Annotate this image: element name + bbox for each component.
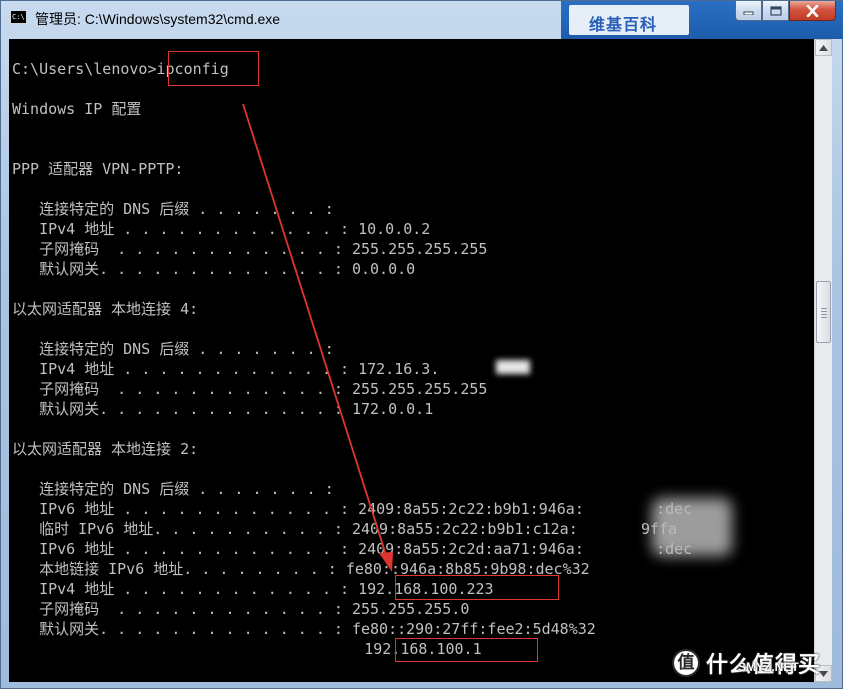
watermark-logo-icon: 值 [672, 649, 700, 677]
highlight-default-gateway [395, 638, 538, 662]
console-line: IPv6 地址 . . . . . . . . . . . . : 2409:8… [12, 540, 693, 558]
close-button[interactable] [789, 1, 836, 21]
window-controls [735, 1, 836, 23]
chevron-up-icon [819, 44, 828, 51]
scroll-up-button[interactable] [815, 39, 832, 56]
window-title: 管理员: C:\Windows\system32\cmd.exe [35, 11, 281, 27]
console-line: 子网掩码 . . . . . . . . . . . . : 255.255.2… [12, 380, 488, 398]
background-app-tab-label: 维基百科 [589, 15, 658, 34]
title-bar[interactable]: 维基百科 C:\ 管理员: C:\Windows\system32\cmd.ex… [1, 1, 843, 39]
maximize-button[interactable] [762, 1, 789, 21]
console-line: 以太网适配器 本地连接 4: [12, 300, 199, 318]
redaction-blur-2 [652, 498, 732, 556]
console-line: 连接特定的 DNS 后缀 . . . . . . . : [12, 480, 334, 498]
console-line: IPv4 地址 . . . . . . . . . . . . : 10.0.0… [12, 220, 431, 238]
console-line: 子网掩码 . . . . . . . . . . . . : 255.255.2… [12, 240, 488, 258]
console-line: 以太网适配器 本地连接 2: [12, 440, 199, 458]
console-line: 连接特定的 DNS 后缀 . . . . . . . : [12, 200, 334, 218]
cmd-app-icon[interactable]: C:\ [10, 10, 27, 24]
console-line: 连接特定的 DNS 后缀 . . . . . . . : [12, 340, 334, 358]
console-line: 默认网关. . . . . . . . . . . . . : 0.0.0.0 [12, 260, 416, 278]
background-app-tab: 维基百科 [569, 5, 689, 35]
console-line: IPv4 地址 . . . . . . . . . . . . : 172.16… [12, 360, 440, 378]
highlight-ipv4-address [395, 575, 559, 600]
minimize-icon [743, 11, 754, 15]
highlight-ipconfig-command [168, 51, 259, 86]
console-line: Windows IP 配置 [12, 100, 142, 118]
console-line: 默认网关. . . . . . . . . . . . . : fe80::29… [12, 620, 596, 638]
vertical-scrollbar[interactable] [814, 39, 832, 682]
maximize-icon [769, 5, 782, 16]
close-icon [806, 4, 819, 17]
console-line: IPv6 地址 . . . . . . . . . . . . : 2409:8… [12, 500, 693, 518]
console-line: PPP 适配器 VPN-PPTP: [12, 160, 184, 178]
console-line: 子网掩码 . . . . . . . . . . . . : 255.255.2… [12, 600, 470, 618]
watermark-subtext: SMYZ.NET [738, 660, 799, 674]
scroll-thumb[interactable] [816, 281, 831, 343]
console-line: 默认网关. . . . . . . . . . . . . : 172.0.0.… [12, 400, 434, 418]
console-line: 临时 IPv6 地址. . . . . . . . . . : 2409:8a5… [12, 520, 678, 538]
redaction-blur-1 [496, 360, 530, 374]
minimize-button[interactable] [735, 1, 762, 21]
